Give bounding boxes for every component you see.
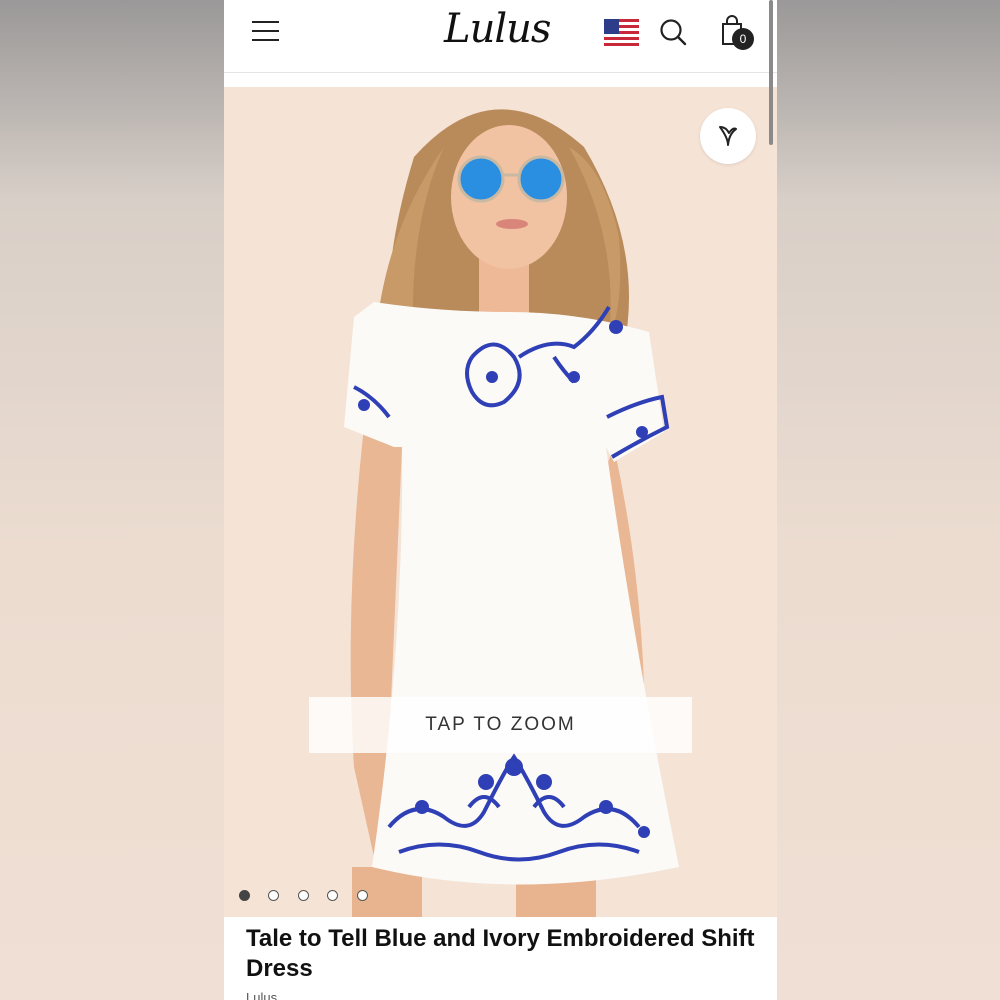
- background-right: [777, 0, 1000, 1000]
- brand-logo[interactable]: Lulus: [444, 6, 551, 52]
- tap-to-zoom-button[interactable]: TAP TO ZOOM: [309, 697, 692, 753]
- carousel-dot[interactable]: [239, 890, 250, 901]
- product-image-carousel[interactable]: TAP TO ZOOM: [224, 87, 777, 917]
- carousel-dot[interactable]: [356, 890, 368, 901]
- background-left: [0, 0, 224, 1000]
- carousel-dot[interactable]: [297, 890, 309, 901]
- carousel-dot[interactable]: [268, 890, 280, 901]
- scrollbar[interactable]: [769, 0, 773, 145]
- product-brand[interactable]: Lulus: [246, 990, 277, 1000]
- cart-count-badge: 0: [732, 28, 754, 50]
- site-header: Lulus 0: [224, 0, 777, 73]
- heart-icon: [719, 126, 737, 146]
- mobile-page: Lulus 0 TAP TO ZOOM Tale to Tell Blue an…: [224, 0, 777, 1000]
- menu-icon[interactable]: [252, 21, 279, 42]
- carousel-dots: [239, 888, 382, 902]
- search-icon[interactable]: [659, 18, 687, 46]
- product-photo: [344, 109, 679, 917]
- carousel-dot[interactable]: [327, 890, 339, 901]
- us-flag-icon[interactable]: [604, 19, 639, 47]
- product-title: Tale to Tell Blue and Ivory Embroidered …: [246, 925, 755, 982]
- wishlist-button[interactable]: [700, 108, 756, 164]
